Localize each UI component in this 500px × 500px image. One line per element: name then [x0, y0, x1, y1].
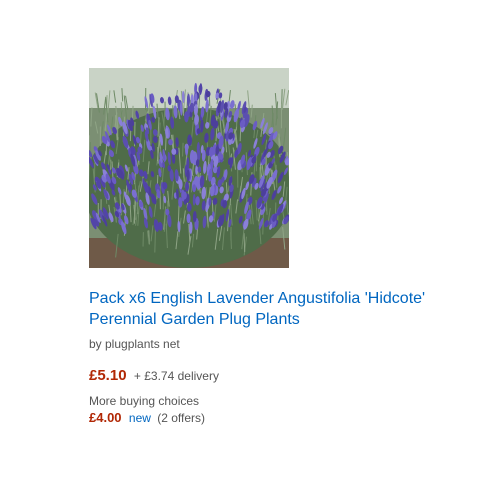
delivery-cost: + £3.74 delivery — [133, 369, 219, 383]
offer-condition-link[interactable]: new — [129, 411, 151, 425]
more-buying-choices-label: More buying choices — [89, 394, 200, 408]
price-row: £5.10 + £3.74 delivery — [89, 367, 429, 385]
product-image[interactable] — [89, 68, 289, 268]
product-card: Pack x6 English Lavender Angustifolia 'H… — [89, 68, 429, 427]
product-title-link[interactable]: Pack x6 English Lavender Angustifolia 'H… — [89, 288, 429, 330]
product-byline: by plugplants net — [89, 337, 180, 351]
offer-count: (2 offers) — [157, 411, 206, 425]
lavender-plant-image — [89, 68, 289, 268]
product-price: £5.10 — [89, 367, 127, 384]
offer-row: £4.00 new (2 offers) — [89, 409, 429, 427]
offer-price: £4.00 — [89, 410, 122, 425]
